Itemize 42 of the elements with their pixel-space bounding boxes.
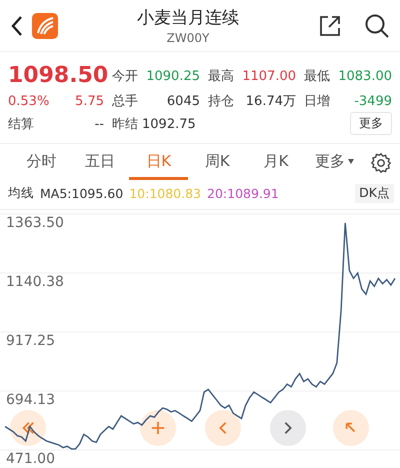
search-button[interactable] — [364, 12, 390, 39]
moving-average-value: 10:1080.83 — [129, 186, 202, 201]
period-tab[interactable]: 月K — [246, 146, 306, 180]
stat-label: 总手 — [112, 93, 138, 110]
change-amount: 5.75 — [75, 94, 104, 109]
moving-average-value: 20:1089.91 — [207, 186, 279, 201]
caret-icon — [348, 158, 354, 164]
stat-value: 1083.00 — [338, 69, 392, 84]
stat-label: 结算 — [8, 116, 34, 133]
stat-label: 今开 — [112, 68, 138, 86]
stat-label: 最高 — [208, 68, 234, 86]
app-logo-icon — [32, 12, 58, 39]
chart-control-button[interactable] — [10, 410, 46, 446]
arrow-up-left-icon — [344, 421, 358, 435]
dk-point-button[interactable]: DK点 — [355, 184, 394, 203]
stat-label: 最低 — [304, 68, 330, 86]
double-chevron-left-icon — [21, 421, 35, 435]
period-tab[interactable]: 五日 — [70, 146, 130, 180]
moving-average-value: MA5:1095.60 — [40, 186, 124, 201]
contract-code: ZW00Y — [166, 31, 210, 46]
stat-value: 6045 — [166, 94, 200, 110]
change-percent: 0.53% — [8, 94, 50, 109]
more-button[interactable]: 更多 — [350, 112, 392, 136]
stat-value: 1107.00 — [242, 69, 296, 84]
share-button[interactable] — [318, 14, 342, 38]
period-tab[interactable]: 分时 — [12, 146, 71, 180]
page-title: 小麦当月连续 — [137, 7, 239, 30]
stat-value: 16.74万 — [246, 93, 296, 110]
stat-value: -3499 — [354, 94, 392, 110]
stat-label: 日增 — [304, 93, 330, 110]
stat-value: 1090.25 — [146, 69, 200, 84]
indicator-label: 均线 — [8, 184, 34, 202]
back-button[interactable] — [10, 14, 24, 37]
stat-label: 昨结 — [112, 116, 138, 133]
stat-value: 1092.75 — [142, 116, 196, 132]
plus-icon — [151, 421, 165, 435]
chart-control-button[interactable] — [140, 410, 176, 446]
period-tab[interactable]: 更多 — [305, 146, 364, 180]
period-tab[interactable]: 周K — [188, 146, 247, 180]
stat-value: -- — [94, 116, 104, 132]
settings-button[interactable] — [370, 152, 392, 174]
stat-label: 持仓 — [208, 93, 234, 110]
